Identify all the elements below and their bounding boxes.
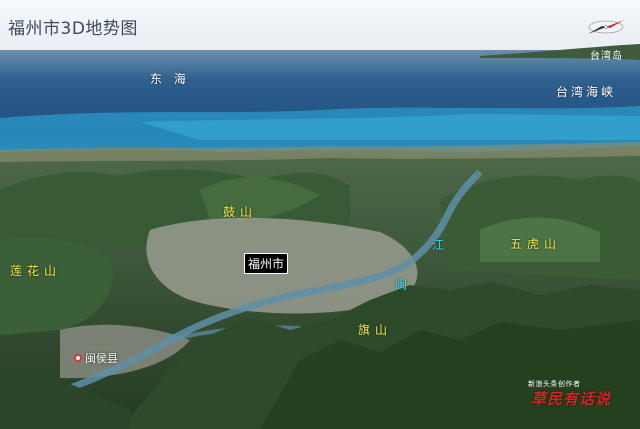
east-sea-label: 东 海 <box>150 72 190 86</box>
watermark-author: 草民有话说 <box>531 390 612 408</box>
lianhua-shan-label: 莲花山 <box>10 264 62 278</box>
qi-shan-label: 旗山 <box>358 323 393 337</box>
compass-icon <box>588 20 624 34</box>
taiwan-island-label: 台湾岛 <box>590 51 623 62</box>
taiwan-strait-label: 台湾海峡 <box>556 85 617 99</box>
location-dot-icon <box>74 354 82 362</box>
river-label-min: 闽 <box>395 278 408 292</box>
terrain-map: 福州市3D地势图 台湾岛 东 海 台湾海峡 鼓山 五虎山 莲花山 旗山 江 闽 … <box>0 0 640 429</box>
minhou-county-label: 闽侯县 <box>85 352 118 365</box>
map-title: 福州市3D地势图 <box>8 19 138 39</box>
fuzhou-city-label: 福州市 <box>244 253 289 274</box>
gu-shan-label: 鼓山 <box>223 205 258 219</box>
river-label-jiang: 江 <box>432 238 445 252</box>
minhou-county-marker: 闽侯县 <box>74 350 118 366</box>
wuhu-shan-label: 五虎山 <box>510 237 562 251</box>
